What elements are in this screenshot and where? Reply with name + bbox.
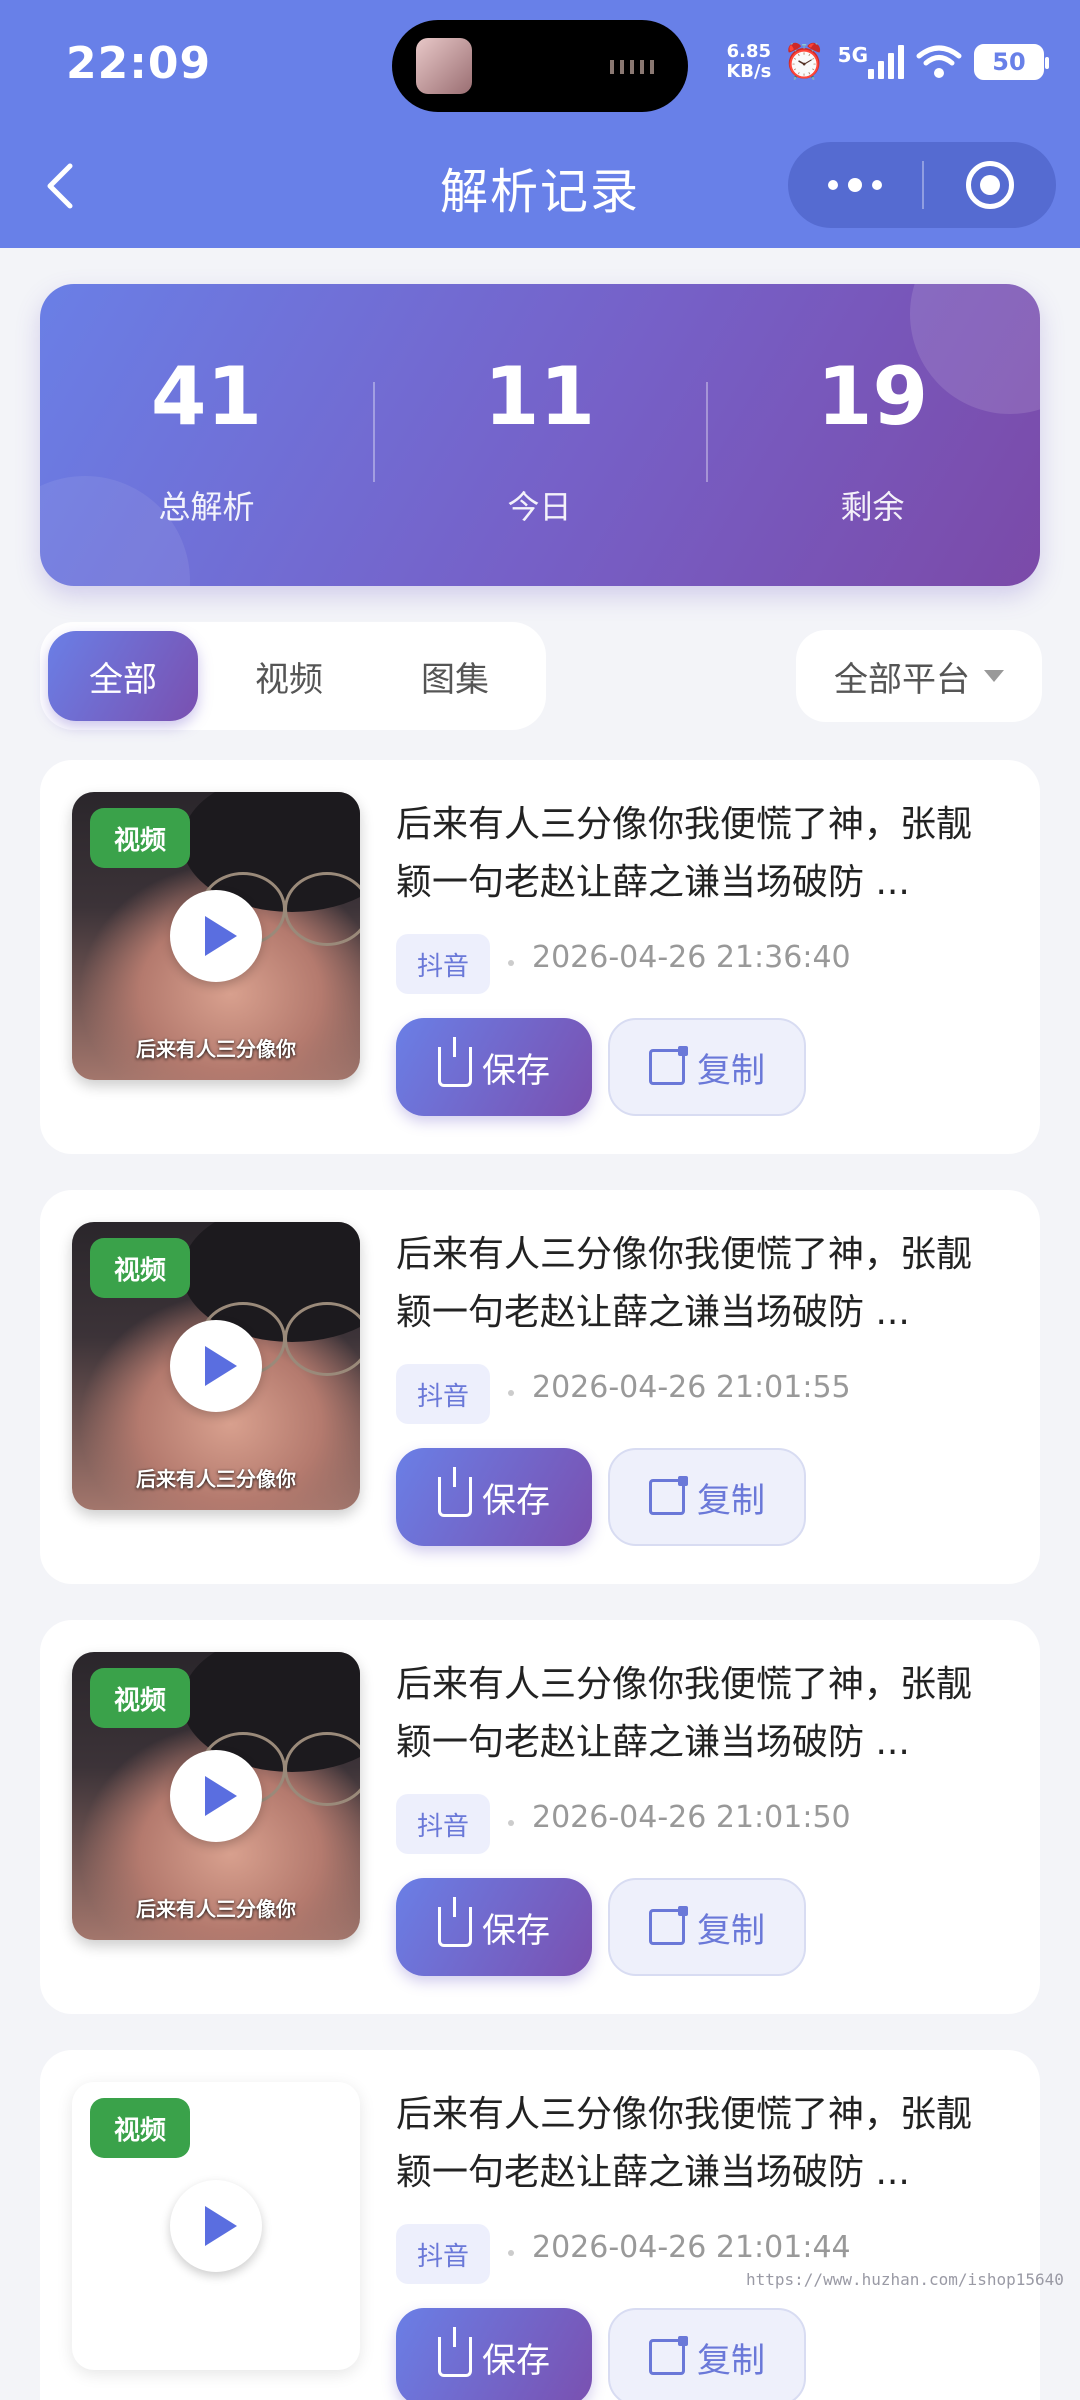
save-icon — [438, 1467, 472, 1517]
thumbnail-caption: 后来有人三分像你 — [136, 1037, 296, 1061]
wifi-icon — [916, 45, 962, 78]
copy-button[interactable]: 复制 — [608, 1018, 806, 1116]
stats-card: 41 总解析 11 今日 19 剩余 — [40, 284, 1040, 586]
status-time: 22:09 — [66, 38, 212, 89]
separator-dot — [508, 2250, 514, 2256]
save-label: 保存 — [482, 1050, 550, 1091]
play-icon[interactable] — [170, 1750, 262, 1842]
dynamic-island — [392, 20, 688, 112]
watermark: https://www.huzhan.com/ishop15640 — [746, 2270, 1064, 2289]
copy-label: 复制 — [697, 2340, 765, 2381]
island-media-thumbnail — [416, 38, 472, 94]
platform-tag: 抖音 — [396, 1364, 490, 1424]
record-time: 2026-04-26 21:36:40 — [532, 940, 851, 975]
platform-tag: 抖音 — [396, 1794, 490, 1854]
copy-button[interactable]: 复制 — [608, 1448, 806, 1546]
status-icons: 6.85 KB/s ⏰ 5G 50 — [726, 30, 1049, 94]
save-label: 保存 — [482, 1480, 550, 1521]
net-speed-value: 6.85 — [726, 41, 772, 62]
thumbnail-glasses — [284, 1732, 360, 1806]
net-speed-unit: KB/s — [726, 61, 772, 82]
signal-group: 5G — [837, 43, 904, 79]
save-icon — [438, 1037, 472, 1087]
stat-remaining-value: 19 — [816, 350, 929, 443]
more-dots-icon[interactable] — [788, 142, 922, 228]
type-badge: 视频 — [90, 808, 190, 868]
save-button[interactable]: 保存 — [396, 2308, 592, 2400]
tab-video[interactable]: 视频 — [214, 631, 364, 721]
record-title: 后来有人三分像你我便慌了神，张靓颖一句老赵让薛之谦当场破防 ... — [396, 1234, 973, 1333]
record-card[interactable]: 视频 后来有人三分像你 后来有人三分像你我便慌了神，张靓颖一句老赵让薛之谦当场破… — [40, 1190, 1040, 1584]
copy-button[interactable]: 复制 — [608, 2308, 806, 2400]
record-thumbnail[interactable]: 视频 后来有人三分像你 — [72, 1222, 360, 1510]
copy-label: 复制 — [697, 1480, 765, 1521]
save-label: 保存 — [482, 1910, 550, 1951]
network-type: 5G — [837, 43, 868, 67]
separator-dot — [508, 960, 514, 966]
play-icon[interactable] — [170, 2180, 262, 2272]
filter-tabs: 全部 视频 图集 — [40, 622, 546, 730]
platform-tag: 抖音 — [396, 2224, 490, 2284]
record-time: 2026-04-26 21:01:44 — [532, 2230, 851, 2265]
platform-dropdown-label: 全部平台 — [834, 659, 970, 700]
type-badge: 视频 — [90, 1668, 190, 1728]
save-button[interactable]: 保存 — [396, 1448, 592, 1546]
save-button[interactable]: 保存 — [396, 1878, 592, 1976]
tab-all[interactable]: 全部 — [48, 631, 198, 721]
type-badge: 视频 — [90, 2098, 190, 2158]
record-card[interactable]: 视频 后来有人三分像你 后来有人三分像你我便慌了神，张靓颖一句老赵让薛之谦当场破… — [40, 760, 1040, 1154]
play-icon[interactable] — [170, 1320, 262, 1412]
stat-total-value: 41 — [150, 350, 263, 443]
target-circle-icon[interactable] — [924, 142, 1056, 228]
audio-wave-icon — [610, 60, 658, 74]
record-thumbnail[interactable]: 视频 后来有人三分像你 — [72, 792, 360, 1080]
miniprogram-capsule — [788, 142, 1056, 228]
thumbnail-caption: 后来有人三分像你 — [136, 1897, 296, 1921]
save-button[interactable]: 保存 — [396, 1018, 592, 1116]
copy-icon — [649, 1476, 688, 1515]
record-thumbnail[interactable]: 视频 后来有人三分像你 — [72, 1652, 360, 1940]
copy-label: 复制 — [697, 1050, 765, 1091]
stat-today-label: 今日 — [507, 488, 572, 526]
separator-dot — [508, 1390, 514, 1396]
app-page: 22:09 6.85 KB/s ⏰ 5G 50 解析记录 41 总解析 11 今… — [0, 0, 1080, 2400]
save-label: 保存 — [482, 2340, 550, 2381]
signal-icon — [868, 45, 904, 79]
thumbnail-glasses — [284, 872, 360, 946]
save-icon — [438, 2327, 472, 2377]
copy-icon — [649, 1906, 688, 1945]
copy-icon — [649, 1046, 688, 1085]
record-thumbnail[interactable]: 视频 — [72, 2082, 360, 2370]
copy-icon — [649, 2336, 688, 2375]
header-bar: 22:09 6.85 KB/s ⏰ 5G 50 解析记录 — [0, 0, 1080, 248]
stat-total: 41 总解析 — [40, 284, 373, 586]
record-title: 后来有人三分像你我便慌了神，张靓颖一句老赵让薛之谦当场破防 ... — [396, 1664, 973, 1763]
alarm-icon: ⏰ — [783, 42, 826, 82]
record-title: 后来有人三分像你我便慌了神，张靓颖一句老赵让薛之谦当场破防 ... — [396, 2094, 973, 2193]
record-time: 2026-04-26 21:01:50 — [532, 1800, 851, 1835]
record-card[interactable]: 视频 后来有人三分像你我便慌了神，张靓颖一句老赵让薛之谦当场破防 ... 抖音 … — [40, 2050, 1040, 2400]
record-time: 2026-04-26 21:01:55 — [532, 1370, 851, 1405]
stat-remaining-label: 剩余 — [840, 488, 905, 526]
stat-today: 11 今日 — [373, 284, 706, 586]
separator-dot — [508, 1820, 514, 1826]
net-speed: 6.85 KB/s — [726, 42, 771, 82]
record-card[interactable]: 视频 后来有人三分像你 后来有人三分像你我便慌了神，张靓颖一句老赵让薛之谦当场破… — [40, 1620, 1040, 2014]
copy-button[interactable]: 复制 — [608, 1878, 806, 1976]
tab-album[interactable]: 图集 — [380, 631, 530, 721]
record-title: 后来有人三分像你我便慌了神，张靓颖一句老赵让薛之谦当场破防 ... — [396, 804, 973, 903]
copy-label: 复制 — [697, 1910, 765, 1951]
battery-icon: 50 — [974, 44, 1049, 80]
save-icon — [438, 1897, 472, 1947]
stat-today-value: 11 — [483, 350, 596, 443]
type-badge: 视频 — [90, 1238, 190, 1298]
stat-total-label: 总解析 — [158, 488, 255, 526]
platform-dropdown[interactable]: 全部平台 — [796, 630, 1042, 722]
thumbnail-glasses — [284, 1302, 360, 1376]
caret-down-icon — [984, 670, 1004, 682]
play-icon[interactable] — [170, 890, 262, 982]
thumbnail-caption: 后来有人三分像你 — [136, 1467, 296, 1491]
stat-remaining: 19 剩余 — [706, 284, 1039, 586]
platform-tag: 抖音 — [396, 934, 490, 994]
